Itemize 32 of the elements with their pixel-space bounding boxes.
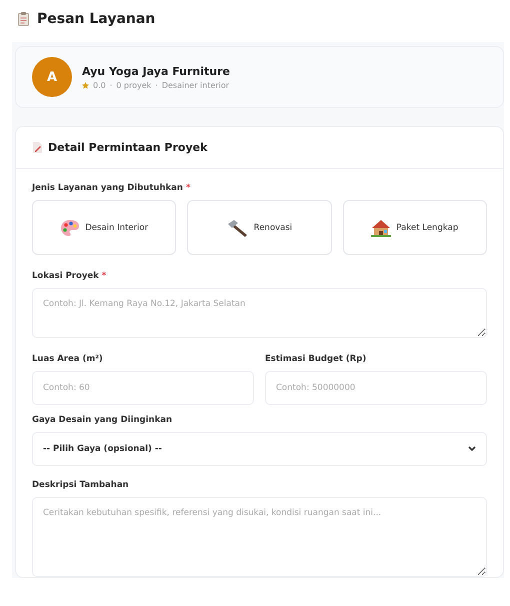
location-field[interactable]: Contoh: Jl. Kemang Raya No.12, Jakarta Selatan: [32, 288, 487, 338]
service-option[interactable]: Paket Lengkap: [342, 200, 487, 255]
style-dropdown[interactable]: -- Pilih Gaya (opsional) --: [32, 432, 487, 466]
service-option[interactable]: Renovasi: [187, 200, 332, 255]
required-mark: *: [186, 183, 190, 193]
project-count: 0 proyek: [116, 80, 152, 90]
separator: ·: [155, 80, 158, 90]
field-label: Deskripsi Tambahan: [32, 480, 129, 490]
required-mark: *: [102, 271, 106, 281]
chevron-icon: [468, 446, 476, 452]
rating: 0.0: [93, 80, 106, 90]
description-field[interactable]: Ceritakan kebutuhan spesifik, referensi yang disukai, kondisi ruangan saat ini...: [32, 497, 487, 577]
document-icon: [32, 142, 42, 153]
field-label: Estimasi Budget (Rp): [265, 354, 366, 364]
area-field[interactable]: Contoh: 60: [32, 371, 254, 405]
star-icon: [82, 82, 89, 88]
hammer-icon: [226, 218, 249, 236]
separator: ·: [110, 80, 112, 90]
clipboard-icon: [18, 12, 29, 26]
palette-icon: [60, 218, 80, 236]
house-icon: [371, 218, 392, 236]
provider-name: Ayu Yoga Jaya Furniture: [82, 64, 230, 78]
service-option[interactable]: Desain Interior: [32, 200, 176, 255]
field-label: Gaya Desain yang Diinginkan: [32, 415, 172, 425]
page-title: Pesan Layanan: [37, 11, 156, 27]
budget-field[interactable]: Contoh: 50000000: [265, 371, 487, 405]
provider-role: Desainer interior: [162, 80, 230, 90]
field-label: Lokasi Proyek: [32, 271, 99, 281]
avatar: A: [32, 57, 72, 97]
form-title: Detail Permintaan Proyek: [48, 141, 208, 154]
field-label: Jenis Layanan yang Dibutuhkan: [32, 183, 183, 193]
field-label: Luas Area (m²): [32, 354, 103, 364]
